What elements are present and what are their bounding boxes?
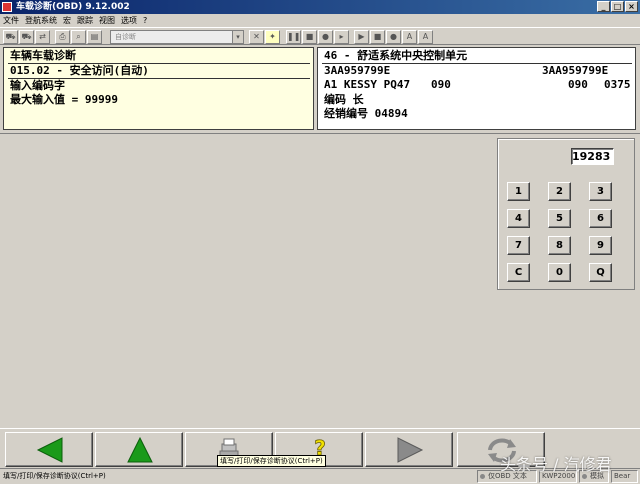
arrow-left-icon (36, 437, 63, 463)
key-8[interactable]: 8 (548, 236, 571, 255)
menu-view[interactable]: 视图 (96, 14, 118, 27)
stop-icon[interactable]: ■ (302, 30, 317, 44)
window-controls: _ □ × (597, 1, 638, 12)
save-icon[interactable]: ▤ (87, 30, 102, 44)
input-prompt: 输入编码字 (10, 79, 65, 92)
function-name: 015.02 - 安全访问(自动) (10, 64, 149, 77)
menu-file[interactable]: 文件 (0, 14, 22, 27)
chevron-down-icon[interactable]: ▾ (232, 31, 243, 43)
arrow-up-icon (127, 436, 153, 463)
key-5[interactable]: 5 (548, 209, 571, 228)
menu-help[interactable]: ? (140, 14, 150, 27)
control-unit-panel: 46 - 舒适系统中央控制单元 3AA959799E 3AA959799E A1… (317, 47, 636, 130)
max-input-value: 最大输入值 = 99999 (10, 93, 118, 106)
part-number: 3AA959799E (324, 64, 391, 77)
font-small-icon[interactable]: A (402, 30, 417, 44)
key-7[interactable]: 7 (507, 236, 530, 255)
search-icon[interactable]: ⌕ (71, 30, 86, 44)
stop-macro-icon[interactable]: ■ (370, 30, 385, 44)
maximize-button[interactable]: □ (611, 1, 624, 12)
key-6[interactable]: 6 (589, 209, 612, 228)
forward-button[interactable] (365, 432, 453, 467)
tooltip: 填写/打印/保存诊断协议(Ctrl+P) (217, 455, 326, 467)
up-button[interactable] (95, 432, 183, 467)
key-1[interactable]: 1 (507, 182, 530, 201)
software-version-alt: 090 (568, 78, 588, 91)
system-name: A1 KESSY PQ47 (324, 78, 411, 91)
key-3[interactable]: 3 (589, 182, 612, 201)
record-macro-icon[interactable]: ● (386, 30, 401, 44)
status-user: Bear (611, 470, 638, 483)
connect-icon[interactable]: ⇄ (35, 30, 50, 44)
status-user-label: Bear (614, 472, 631, 480)
app-icon (2, 2, 12, 12)
car-icon[interactable]: ⛟ (3, 30, 18, 44)
window-title: 车载诊断(OBD) 9.12.002 (16, 2, 130, 12)
bulb-icon[interactable]: ✦ (265, 30, 280, 44)
module-name: 46 - 舒适系统中央控制单元 (324, 49, 468, 62)
print-icon[interactable]: ⎙ (55, 30, 70, 44)
toolbar: ⛟ ⛟ ⇄ ⎙ ⌕ ▤ 自诊断 ▾ ✕ ✦ ❚❚ ■ ● ▸ ▶ ■ ● A A (0, 27, 640, 45)
key-9[interactable]: 9 (589, 236, 612, 255)
pause-icon[interactable]: ❚❚ (286, 30, 301, 44)
title-bar: 车载诊断(OBD) 9.12.002 _ □ × (0, 0, 640, 14)
diagnosis-info-panel: 车辆车载诊断 015.02 - 安全访问(自动) 输入编码字 最大输入值 = 9… (3, 47, 314, 130)
key-quit[interactable]: Q (589, 263, 612, 282)
key-4[interactable]: 4 (507, 209, 530, 228)
cancel-icon[interactable]: ✕ (249, 30, 264, 44)
menu-bar: 文件 登航系统 宏 跟踪 视图 选项 ? (0, 14, 640, 27)
menu-trace[interactable]: 跟踪 (74, 14, 96, 27)
font-large-icon[interactable]: A (418, 30, 433, 44)
record-icon[interactable]: ● (318, 30, 333, 44)
arrow-right-icon (397, 437, 424, 463)
back-button[interactable] (5, 432, 93, 467)
watermark: 头条号 / 汽修君 (500, 455, 612, 474)
key-clear[interactable]: C (507, 263, 530, 282)
step-icon[interactable]: ▸ (334, 30, 349, 44)
function-select[interactable]: 自诊断 ▾ (110, 30, 244, 44)
status-message: 填写/打印/保存诊断协议(Ctrl+P) (3, 472, 106, 480)
version-code: 0375 (604, 78, 631, 91)
close-button[interactable]: × (625, 1, 638, 12)
key-0[interactable]: 0 (548, 263, 571, 282)
key-2[interactable]: 2 (548, 182, 571, 201)
minimize-button[interactable]: _ (597, 1, 610, 12)
software-version: 090 (431, 78, 451, 91)
code-input[interactable]: 19283 (571, 148, 614, 165)
menu-options[interactable]: 选项 (118, 14, 140, 27)
menu-navigation[interactable]: 登航系统 (22, 14, 60, 27)
function-select-value: 自诊断 (115, 33, 136, 41)
menu-macro[interactable]: 宏 (60, 14, 74, 27)
part-number-alt: 3AA959799E (542, 64, 609, 77)
status-indicator-icon (480, 474, 485, 479)
panel-heading: 车辆车载诊断 (10, 49, 76, 62)
dealer-number: 经销编号 04894 (324, 107, 408, 120)
vehicle-icon[interactable]: ⛟ (19, 30, 34, 44)
play-icon[interactable]: ▶ (354, 30, 369, 44)
coding-info: 编码 长 (324, 93, 364, 106)
keypad-panel: 19283 1 2 3 4 5 6 7 8 9 C 0 Q (497, 138, 635, 290)
